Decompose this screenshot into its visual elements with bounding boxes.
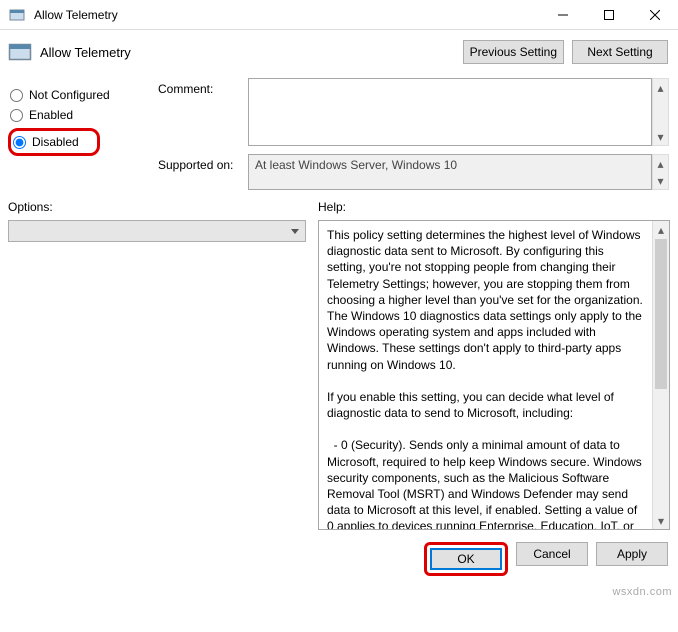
minimize-button[interactable] [540, 0, 586, 29]
watermark: wsxdn.com [612, 586, 672, 598]
supported-value: At least Windows Server, Windows 10 [248, 154, 652, 190]
radio-not-configured-input[interactable] [10, 89, 23, 102]
header: Allow Telemetry Previous Setting Next Se… [0, 30, 678, 74]
help-scrollbar[interactable]: ▴ ▾ [652, 221, 669, 529]
footer: OK Cancel Apply [0, 530, 678, 584]
radio-enabled[interactable]: Enabled [8, 108, 158, 122]
radio-disabled-label: Disabled [32, 135, 79, 149]
comment-scrollbar[interactable]: ▴ ▾ [652, 78, 669, 146]
supported-label: Supported on: [158, 146, 248, 190]
ok-button[interactable]: OK [430, 548, 502, 570]
radio-not-configured[interactable]: Not Configured [8, 88, 158, 102]
window-title: Allow Telemetry [34, 8, 540, 22]
radio-enabled-input[interactable] [10, 109, 23, 122]
close-button[interactable] [632, 0, 678, 29]
scroll-up-icon: ▴ [653, 155, 668, 172]
apply-button[interactable]: Apply [596, 542, 668, 566]
policy-icon [6, 4, 28, 26]
scroll-thumb[interactable] [655, 239, 667, 389]
scroll-up-icon: ▴ [653, 221, 669, 238]
scroll-down-icon: ▾ [653, 512, 669, 529]
policy-large-icon [6, 38, 34, 66]
titlebar: Allow Telemetry [0, 0, 678, 30]
radio-disabled-input[interactable] [13, 136, 26, 149]
policy-title: Allow Telemetry [40, 45, 455, 60]
maximize-button[interactable] [586, 0, 632, 29]
highlight-disabled: Disabled [8, 128, 100, 156]
options-label: Options: [8, 200, 306, 214]
radio-disabled[interactable]: Disabled [11, 135, 79, 149]
highlight-ok: OK [424, 542, 508, 576]
scroll-down-icon: ▾ [653, 128, 668, 145]
state-radio-group: Not Configured Enabled Disabled [8, 74, 158, 190]
previous-setting-button[interactable]: Previous Setting [463, 40, 564, 64]
radio-enabled-label: Enabled [29, 108, 73, 122]
comment-label: Comment: [158, 74, 248, 146]
scroll-down-icon: ▾ [653, 172, 668, 189]
comment-input[interactable] [248, 78, 652, 146]
radio-not-configured-label: Not Configured [29, 88, 110, 102]
help-text: This policy setting determines the highe… [319, 221, 652, 529]
options-dropdown[interactable] [8, 220, 306, 242]
scroll-up-icon: ▴ [653, 79, 668, 96]
cancel-button[interactable]: Cancel [516, 542, 588, 566]
next-setting-button[interactable]: Next Setting [572, 40, 668, 64]
supported-scrollbar[interactable]: ▴ ▾ [652, 154, 669, 190]
help-label: Help: [318, 200, 670, 214]
